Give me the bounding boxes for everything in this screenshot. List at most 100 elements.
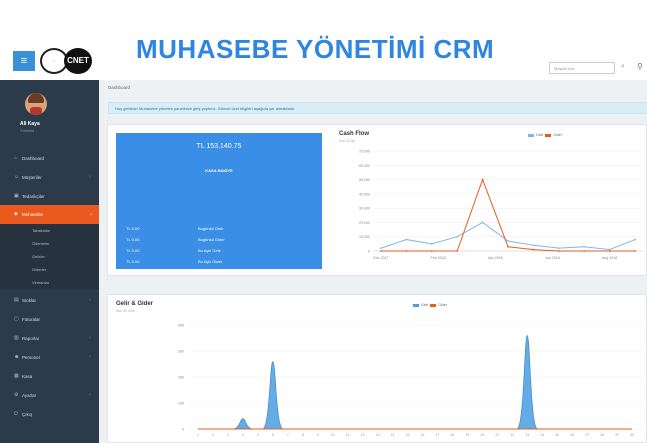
user-role: Yönetici xyxy=(20,128,35,133)
legend-swatch-gelir xyxy=(413,303,419,307)
main-content: Dashboard Hoş geldiniz! Muhasebe yönetim… xyxy=(99,80,647,443)
sidebar-item-label: Stoklar xyxy=(22,298,37,303)
balance-row: TL 0.00 Bu Ayki Gelir xyxy=(126,245,316,256)
x-tick-label: 6 xyxy=(272,433,274,437)
brand-logo: CNET xyxy=(64,48,92,74)
sidebar-item-label: Muhasebe xyxy=(22,212,44,217)
search-input[interactable]: Müşteri Ara... xyxy=(549,62,615,74)
chevron-icon: ‹ xyxy=(89,174,91,180)
sidebar-item-muhasebe[interactable]: ◈ Muhasebe ⌄ xyxy=(0,205,99,224)
box-icon: ▤ xyxy=(14,297,19,303)
truck-icon: ▣ xyxy=(14,193,19,199)
sidebar-item-label: Dashboard xyxy=(22,156,45,161)
x-tick-label: 19 xyxy=(465,433,469,437)
sidebar-item-label: Raporlar xyxy=(22,336,40,341)
sidebar-item-label: Faturalar xyxy=(22,317,41,322)
user-icon: ☻ xyxy=(14,354,20,360)
balance-amount: TL 153,140.75 xyxy=(196,143,242,150)
balance-row: TL 0.00 Bugünkü Gelir xyxy=(126,223,316,234)
data-point-gider xyxy=(481,178,484,181)
legend-swatch-gelir xyxy=(528,133,534,137)
cashflow-legend[interactable]: Gelir Gider xyxy=(528,133,562,137)
chart-icon: ▥ xyxy=(14,335,19,341)
sidebar-item-raporlar[interactable]: ▥ Raporlar ‹ xyxy=(0,329,99,348)
search-icon[interactable]: ⌕ xyxy=(621,63,625,71)
x-tick-label: 10 xyxy=(331,433,335,437)
x-tick-label: 20 xyxy=(480,433,484,437)
balance-row-label: Bu Ayki Gelir xyxy=(198,248,221,253)
data-point-gelir xyxy=(507,240,509,242)
balance-label: KASA BAKİYE xyxy=(205,168,233,173)
y-tick-label: 400 xyxy=(178,324,184,328)
sidebar-subitem-tahsilatlar[interactable]: Tahsilatlar xyxy=(0,224,99,237)
y-tick-label: 0 xyxy=(182,428,184,432)
top-header: ≡ ○ CNET MUHASEBE YÖNETİMİ CRM Müşteri A… xyxy=(0,0,647,80)
data-point-gelir xyxy=(557,247,560,250)
cashflow-subtitle: Son 12 Ay xyxy=(339,139,355,143)
sidebar-item-personel[interactable]: ☻ Personel ‹ xyxy=(0,348,99,367)
x-tick-label: 30 xyxy=(630,433,634,437)
sidebar-item-cikis[interactable]: ⏻ Çıkış xyxy=(0,405,99,424)
users-icon: ☺ xyxy=(14,174,20,180)
x-tick-label: 7 xyxy=(287,433,289,437)
chevron-icon: ‹ xyxy=(89,335,91,341)
y-tick-label: 100 xyxy=(178,402,184,406)
sidebar-item-dashboard[interactable]: ⌂ Dashboard xyxy=(0,149,99,168)
data-point-gider xyxy=(456,250,459,252)
balance-row-label: Bugünkü Gider xyxy=(198,237,225,242)
gear-icon: ⚙ xyxy=(14,392,19,398)
sidebar-item-faturalar[interactable]: ▢ Faturalar xyxy=(0,310,99,329)
sidebar-subitem-virmanlar[interactable]: Virmanlar xyxy=(0,276,99,289)
data-point-gelir xyxy=(583,245,586,248)
breadcrumb[interactable]: Dashboard xyxy=(108,85,130,90)
legend-label: Gelir xyxy=(536,133,544,137)
legend-label: Gider xyxy=(553,133,562,137)
menu-toggle-button[interactable]: ≡ xyxy=(13,51,35,71)
y-tick-label: 300 xyxy=(178,350,184,354)
sidebar-item-kasa[interactable]: ▦ Kasa xyxy=(0,367,99,386)
sidebar-subitem-giderler[interactable]: Giderler xyxy=(0,263,99,276)
sidebar-item-tedarikciler[interactable]: ▣ Tedarikçiler xyxy=(0,187,99,206)
sidebar-item-stoklar[interactable]: ▤ Stoklar ‹ xyxy=(0,291,99,310)
y-tick-label: 40,000 xyxy=(359,192,370,196)
income-expense-legend[interactable]: Gelir Gider xyxy=(413,303,447,307)
data-point-gider xyxy=(583,250,586,252)
x-tick-label: 3 xyxy=(227,433,229,437)
data-point-gelir xyxy=(532,244,535,247)
cashflow-title: Cash Flow xyxy=(339,131,370,137)
sidebar-item-ayarlar[interactable]: ⚙ Ayarlar ‹ xyxy=(0,386,99,405)
x-tick-label: 12 xyxy=(361,433,365,437)
data-point-gider xyxy=(557,250,560,252)
sidebar-subitem-gelirler[interactable]: Gelirler xyxy=(0,250,99,263)
y-tick-label: 60,000 xyxy=(359,164,370,168)
x-tick-label: Aug 2018 xyxy=(602,256,617,260)
x-tick-label: 23 xyxy=(525,433,529,437)
sidebar-subitem-odemeler[interactable]: Ödemeler xyxy=(0,237,99,250)
balance-row-label: Bugünkü Gelir xyxy=(198,226,224,231)
legend-label: Gider xyxy=(438,303,447,307)
sidebar: Ali Kaya Yönetici ⌂ Dashboard ☺ Müşteriler… xyxy=(0,80,99,443)
sidebar-item-label: Müşteriler xyxy=(22,175,42,180)
data-point-gider xyxy=(430,250,433,252)
sidebar-item-musteriler[interactable]: ☺ Müşteriler ‹ xyxy=(0,168,99,187)
avatar[interactable] xyxy=(25,93,47,115)
y-tick-label: 0 xyxy=(368,250,370,254)
info-alert: Hoş geldiniz! Muhasebe yönetim paneliniz… xyxy=(108,102,647,114)
data-point-gelir xyxy=(405,238,408,241)
user-menu-icon[interactable]: ⚲ xyxy=(637,62,643,71)
data-point-gelir xyxy=(456,235,459,238)
chevron-down-icon: ⌄ xyxy=(89,211,94,217)
x-tick-label: Jun 2018 xyxy=(545,256,560,260)
balance-row-value: TL 0.00 xyxy=(126,259,140,264)
money-icon: ◈ xyxy=(14,211,18,217)
balance-card: TL 153,140.75 KASA BAKİYE TL 0.00 Bugünkü… xyxy=(116,133,322,269)
x-tick-label: 25 xyxy=(555,433,559,437)
x-tick-label: 14 xyxy=(391,433,395,437)
sidebar-item-label: Çıkış xyxy=(22,412,33,417)
x-tick-label: 11 xyxy=(346,433,350,437)
balance-row-value: TL 0.00 xyxy=(126,248,140,253)
x-tick-label: Dec 2017 xyxy=(373,256,388,260)
x-tick-label: 9 xyxy=(317,433,319,437)
home-icon: ⌂ xyxy=(14,155,18,161)
balance-row-label: Bu Ayki Gider xyxy=(198,259,223,264)
